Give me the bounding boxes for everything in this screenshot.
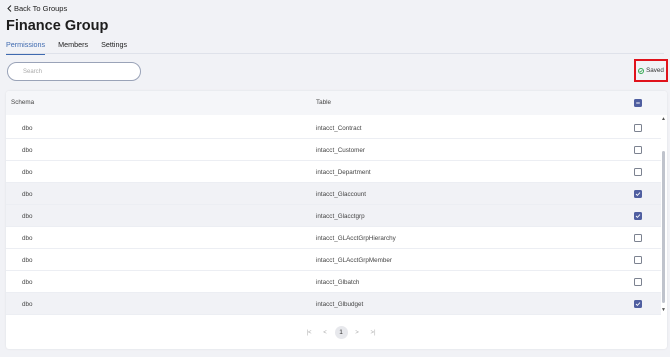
table-cell: intacct_Glbatch [316, 279, 360, 286]
schema-cell: dbo [22, 169, 33, 176]
schema-cell: dbo [22, 279, 33, 286]
schema-column-header: Schema [11, 99, 35, 106]
row-checkbox[interactable] [634, 278, 642, 286]
table-cell: intacct_Glacctgrp [316, 213, 365, 220]
table-column-header: Table [316, 99, 332, 106]
search-placeholder: Search [23, 68, 43, 75]
last-page-icon[interactable]: >| [367, 330, 380, 336]
table-row[interactable]: dbo intacct_GLAcctGrpMember [6, 249, 661, 271]
schema-cell: dbo [22, 191, 33, 198]
search-input[interactable]: Search [7, 62, 141, 81]
tab-divider [6, 53, 664, 54]
table-header: Schema Table [6, 91, 667, 115]
saved-status-badge: Saved [634, 59, 668, 82]
table-cell: intacct_Customer [316, 147, 365, 154]
first-page-icon[interactable]: |< [303, 330, 316, 336]
previous-page-icon[interactable]: < [319, 330, 332, 336]
table-cell: intacct_Glbudget [316, 301, 364, 308]
table-row[interactable]: dbo intacct_GLAcctGrpHierarchy [6, 227, 661, 249]
pagination: |< < 1 > >| [301, 326, 381, 339]
row-checkbox[interactable] [634, 212, 642, 220]
row-checkbox[interactable] [634, 300, 642, 308]
table-row[interactable]: dbo intacct_Contract [6, 117, 661, 139]
row-checkbox[interactable] [634, 234, 642, 242]
table-row[interactable]: dbo intacct_Customer [6, 139, 661, 161]
current-page-button[interactable]: 1 [334, 326, 348, 339]
schema-cell: dbo [22, 301, 33, 308]
table-cell: intacct_GLAcctGrpHierarchy [316, 235, 396, 242]
schema-cell: dbo [22, 257, 33, 264]
row-checkbox[interactable] [634, 168, 642, 176]
permissions-table: Schema Table dbo intacct_Contract dbo in… [6, 91, 667, 349]
select-all-checkbox[interactable] [634, 99, 642, 107]
table-row[interactable]: dbo intacct_Glacctgrp [6, 205, 661, 227]
back-to-groups-link[interactable]: Back To Groups [7, 4, 67, 13]
table-cell: intacct_Glaccount [316, 191, 367, 198]
chevron-left-icon [7, 5, 12, 12]
table-scrollbar[interactable]: ▲ ▼ [661, 115, 667, 315]
schema-cell: dbo [22, 125, 33, 132]
schema-cell: dbo [22, 213, 33, 220]
saved-label: Saved [646, 67, 664, 74]
schema-cell: dbo [22, 147, 33, 154]
table-cell: intacct_Department [316, 169, 371, 176]
table-cell: intacct_GLAcctGrpMember [316, 257, 392, 264]
scrollbar-thumb[interactable] [662, 151, 665, 303]
scroll-down-arrow-icon[interactable]: ▼ [661, 307, 666, 313]
row-checkbox[interactable] [634, 146, 642, 154]
table-row[interactable]: dbo intacct_Department [6, 161, 661, 183]
table-row[interactable]: dbo intacct_Glbudget [6, 293, 661, 315]
table-row[interactable]: dbo intacct_Glaccount [6, 183, 661, 205]
next-page-icon[interactable]: > [351, 330, 364, 336]
table-cell: intacct_Contract [316, 125, 362, 132]
table-row[interactable]: dbo intacct_Glbatch [6, 271, 661, 293]
row-checkbox[interactable] [634, 124, 642, 132]
schema-cell: dbo [22, 235, 33, 242]
back-label: Back To Groups [14, 4, 68, 13]
row-checkbox[interactable] [634, 256, 642, 264]
row-checkbox[interactable] [634, 190, 642, 198]
page-title: Finance Group [6, 18, 109, 34]
scroll-up-arrow-icon[interactable]: ▲ [661, 116, 666, 122]
check-circle-icon [638, 67, 645, 74]
